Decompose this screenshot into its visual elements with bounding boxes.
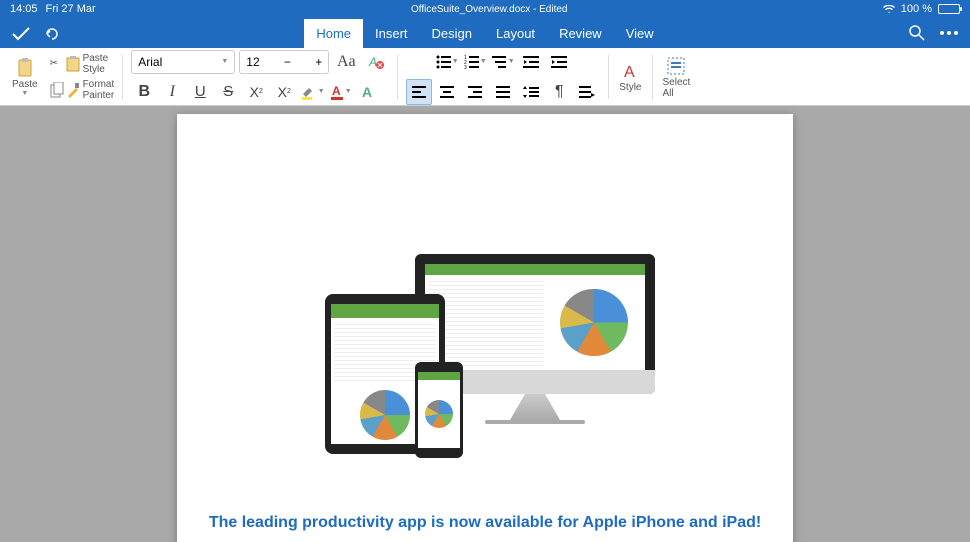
font-size-stepper[interactable]: 12 − + [239, 50, 329, 74]
clipboard-icon [17, 57, 33, 79]
pie-chart [360, 390, 410, 440]
paste-button[interactable]: Paste ▼ [10, 52, 40, 102]
iphone-device [415, 362, 463, 458]
ribbon: Paste ▼ ✂ Paste Style Format Painter Ari… [0, 48, 970, 106]
pilcrow-button[interactable]: ¶ [546, 79, 572, 105]
svg-text:A: A [368, 55, 377, 69]
numbering-button[interactable]: 123▼ [462, 49, 488, 75]
tab-view[interactable]: View [614, 19, 666, 48]
underline-button[interactable]: U [187, 79, 213, 105]
format-painter-button[interactable]: Format Painter [66, 79, 115, 101]
select-all-button[interactable]: Select All [661, 52, 693, 102]
undo-icon[interactable] [44, 26, 60, 42]
svg-text:3: 3 [464, 65, 467, 69]
indent-increase-button[interactable] [546, 49, 572, 75]
subscript-button[interactable]: X2 [243, 79, 269, 105]
chevron-down-icon: ▼ [221, 58, 228, 65]
headline-text: The leading productivity app is now avai… [209, 514, 761, 532]
strike-button[interactable]: S [215, 79, 241, 105]
document-canvas[interactable]: The leading productivity app is now avai… [0, 106, 970, 542]
document-title: OfficeSuite_Overview.docx - Edited [96, 4, 883, 15]
tab-layout[interactable]: Layout [484, 19, 547, 48]
paste-style-icon [66, 56, 80, 72]
clear-format-button[interactable]: A [363, 49, 389, 75]
select-all-icon [667, 55, 685, 77]
align-center-button[interactable] [434, 79, 460, 105]
scissors-icon: ✂ [50, 58, 58, 69]
wifi-icon [883, 5, 895, 14]
status-time: 14:05 [10, 3, 38, 15]
justify-button[interactable] [490, 79, 516, 105]
copy-icon [50, 82, 64, 98]
plus-icon[interactable]: + [315, 55, 322, 69]
svg-text:A: A [362, 84, 372, 100]
multilevel-button[interactable]: ▼ [490, 49, 516, 75]
highlight-button[interactable]: ▼ [299, 79, 325, 105]
line-spacing-button[interactable] [518, 79, 544, 105]
battery-pct: 100 % [901, 3, 932, 15]
chevron-down-icon: ▼ [21, 90, 28, 97]
italic-button[interactable]: I [159, 79, 185, 105]
status-date: Fri 27 Mar [46, 3, 96, 15]
search-icon[interactable] [908, 24, 926, 42]
align-left-button[interactable] [406, 79, 432, 105]
svg-text:A: A [624, 64, 635, 81]
save-confirm-icon[interactable] [12, 27, 30, 41]
copy-button[interactable] [50, 79, 64, 101]
tab-design[interactable]: Design [420, 19, 484, 48]
status-bar: 14:05 Fri 27 Mar OfficeSuite_Overview.do… [0, 0, 970, 18]
bullets-button[interactable]: ▼ [434, 49, 460, 75]
style-button[interactable]: A Style [617, 52, 643, 102]
superscript-button[interactable]: X2 [271, 79, 297, 105]
paste-style-button[interactable]: Paste Style [66, 53, 115, 75]
cut-button[interactable]: ✂ [50, 53, 64, 75]
tab-insert[interactable]: Insert [363, 19, 420, 48]
title-tab-bar: Home Insert Design Layout Review View [0, 18, 970, 48]
hero-image [295, 204, 675, 484]
tab-home[interactable]: Home [304, 19, 363, 48]
pie-chart [560, 289, 627, 356]
pie-chart [425, 400, 453, 428]
align-right-button[interactable] [462, 79, 488, 105]
style-icon: A [622, 60, 638, 82]
indent-decrease-button[interactable] [518, 49, 544, 75]
bold-button[interactable]: B [131, 79, 157, 105]
font-color-button[interactable]: A▼ [327, 79, 353, 105]
battery-icon [938, 4, 960, 14]
page[interactable]: The leading productivity app is now avai… [177, 114, 793, 542]
more-icon[interactable] [940, 31, 958, 35]
brush-icon [66, 82, 80, 98]
svg-text:A: A [332, 84, 341, 98]
text-effects-button[interactable]: A [355, 79, 381, 105]
font-family-select[interactable]: Arial ▼ [131, 50, 235, 74]
tab-review[interactable]: Review [547, 19, 614, 48]
minus-icon[interactable]: − [284, 55, 291, 69]
change-case-button[interactable]: Aa [333, 49, 359, 75]
text-direction-button[interactable] [574, 79, 600, 105]
